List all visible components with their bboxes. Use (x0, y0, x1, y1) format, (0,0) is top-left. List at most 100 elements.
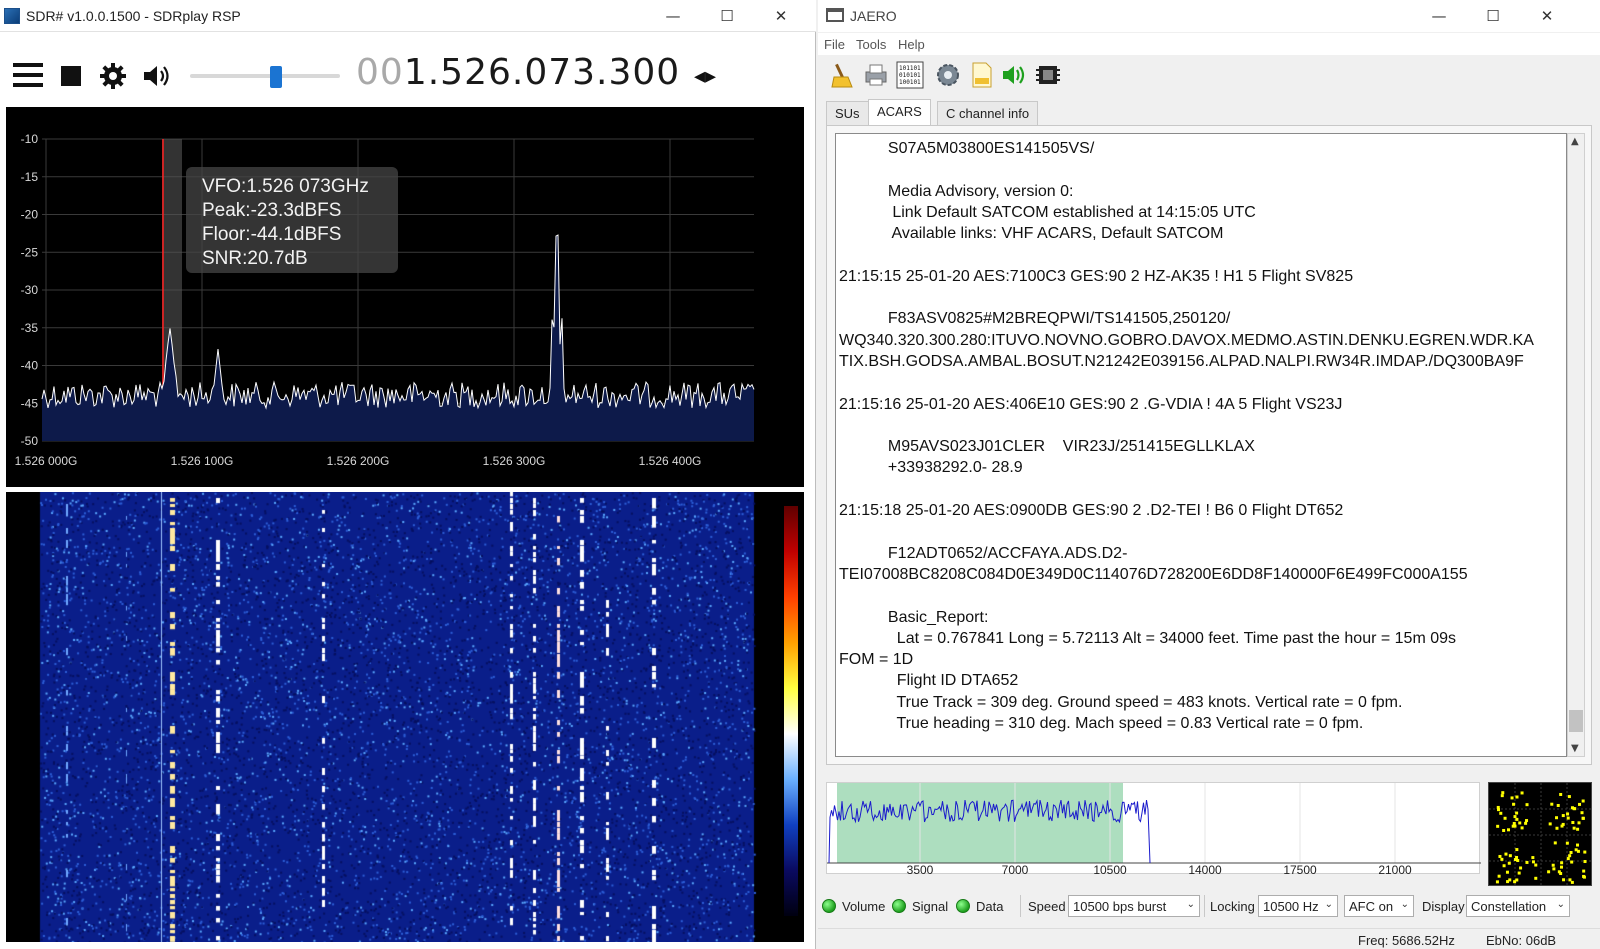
scroll-down-icon[interactable]: ▼ (1571, 743, 1579, 754)
constellation-point (1577, 821, 1581, 825)
volume-slider-thumb[interactable] (270, 66, 282, 88)
constellation-point (1515, 817, 1519, 821)
constellation-point (1555, 826, 1559, 830)
minimize-button[interactable]: — (650, 4, 696, 28)
constellation-point (1582, 869, 1586, 873)
constellation-point (1583, 850, 1587, 854)
svg-text:010101: 010101 (899, 72, 921, 79)
volume-indicator-label: Volume (842, 899, 886, 914)
constellation-point (1534, 876, 1538, 880)
constellation-point (1495, 880, 1499, 884)
waterfall-display[interactable] (6, 492, 804, 942)
constellation-point (1503, 816, 1507, 820)
constellation-point (1576, 827, 1580, 831)
spectrum-x-tick: 1.526 200G (327, 454, 390, 468)
scrollbar-thumb[interactable] (1569, 710, 1583, 732)
gear-icon[interactable] (99, 62, 127, 90)
constellation-point (1576, 843, 1580, 847)
constellation-point (1500, 857, 1504, 861)
binary-icon[interactable]: 101101 010101 100101 (896, 61, 924, 89)
constellation-point (1496, 808, 1500, 812)
tab-acars[interactable]: ACARS (868, 99, 931, 125)
display-select[interactable]: Constellation ⌄ (1466, 895, 1570, 917)
constellation-point (1548, 822, 1552, 826)
constellation-point (1502, 828, 1506, 832)
constellation-point (1496, 824, 1500, 828)
speed-select-value: 10500 bps burst (1073, 899, 1167, 914)
constellation-point (1510, 796, 1514, 800)
tab-c-channel-info[interactable]: C channel info (937, 101, 1039, 125)
close-button[interactable]: ✕ (1524, 4, 1570, 28)
vfo-peak: Peak:-23.3dBFS (202, 200, 342, 221)
constellation-point (1580, 811, 1584, 815)
constellation-point (1568, 854, 1572, 858)
constellation-point (1581, 799, 1585, 803)
maximize-button[interactable]: ☐ (1470, 4, 1516, 28)
sdr-app-icon (4, 8, 20, 24)
signal-views: 3500 7000 10500 14000 17500 21000 (826, 782, 1593, 887)
speed-label: Speed (1028, 899, 1066, 914)
minimize-button[interactable]: — (1416, 4, 1462, 28)
menu-file[interactable]: File (824, 37, 845, 52)
maximize-button[interactable]: ☐ (704, 4, 750, 28)
spectrum-y-tick: -45 (21, 396, 39, 410)
close-button[interactable]: ✕ (758, 4, 804, 28)
vertical-scrollbar[interactable]: ▲ ▼ (1567, 133, 1585, 757)
separator (1020, 895, 1021, 917)
sdr-title-bar[interactable]: SDR# v1.0.0.1500 - SDRplay RSP — ☐ ✕ (0, 0, 816, 32)
spectrum-analyzer[interactable]: -10 -15 -20 -25 -30 -35 -40 -45 -50 1.526 000G 1.5… (6, 107, 804, 487)
constellation-plot (1488, 782, 1593, 887)
control-row: Volume Signal Data Speed 10500 bps burst… (818, 893, 1600, 919)
locking-select-value: 10500 Hz (1263, 899, 1319, 914)
constellation-point (1515, 811, 1519, 815)
chevron-down-icon: ⌄ (1400, 899, 1409, 910)
constellation-point (1569, 851, 1573, 855)
chevron-down-icon: ⌄ (1186, 899, 1195, 910)
afc-select[interactable]: AFC on ⌄ (1344, 895, 1414, 917)
constellation-point (1571, 821, 1575, 825)
volume-slider[interactable] (190, 66, 340, 88)
speaker-icon[interactable] (141, 62, 173, 90)
jaero-app-icon (826, 8, 844, 22)
sdr-window: SDR# v1.0.0.1500 - SDRplay RSP — ☐ ✕ 001… (0, 0, 816, 949)
frequency-display[interactable]: 001.526.073.300 (356, 52, 680, 93)
chip-icon[interactable] (1034, 61, 1062, 89)
scroll-up-icon[interactable]: ▲ (1571, 136, 1579, 147)
constellation-point (1518, 821, 1522, 825)
separator (1204, 895, 1205, 917)
speed-select[interactable]: 10500 bps burst ⌄ (1068, 895, 1200, 917)
frequency-arrows-icon[interactable]: ◂▸ (694, 64, 716, 89)
constellation-point (1525, 803, 1529, 807)
constellation-point (1560, 824, 1564, 828)
printer-icon[interactable] (862, 61, 890, 89)
broom-icon[interactable] (828, 61, 856, 89)
constellation-point (1562, 878, 1566, 882)
settings-icon[interactable] (934, 61, 962, 89)
hamburger-menu-icon[interactable] (13, 63, 43, 87)
jaero-spectrum-plot[interactable]: 3500 7000 10500 14000 17500 21000 (826, 782, 1481, 877)
frequency-prefix: 00 (356, 52, 404, 93)
log-icon[interactable] (968, 61, 996, 89)
tab-sus[interactable]: SUs (826, 101, 869, 125)
volume-icon[interactable] (1000, 61, 1028, 89)
jspec-x-tick: 17500 (1283, 863, 1317, 875)
stop-icon[interactable] (61, 66, 81, 86)
data-indicator-label: Data (976, 899, 1004, 914)
constellation-point (1520, 791, 1524, 795)
signal-led-icon (892, 899, 906, 913)
menu-bar: File Tools Help (818, 33, 1600, 55)
locking-select[interactable]: 10500 Hz ⌄ (1258, 895, 1338, 917)
vfo-frequency: VFO:1.526 073GHz (202, 176, 369, 197)
constellation-point (1566, 857, 1570, 861)
vfo-snr: SNR:20.7dB (202, 248, 308, 269)
constellation-point (1525, 860, 1529, 864)
menu-help[interactable]: Help (898, 37, 925, 52)
acars-message-log[interactable]: S07A5M03800ES141505VS/ Media Advisory, v… (835, 133, 1567, 757)
constellation-point (1576, 849, 1580, 853)
menu-tools[interactable]: Tools (856, 37, 886, 52)
status-ebno: EbNo: 06dB (1486, 933, 1557, 948)
jaero-title-bar[interactable]: JAERO — ☐ ✕ (818, 0, 1600, 32)
jaero-window-title: JAERO (850, 8, 897, 24)
display-select-value: Constellation (1471, 899, 1547, 914)
constellation-point (1531, 860, 1535, 864)
